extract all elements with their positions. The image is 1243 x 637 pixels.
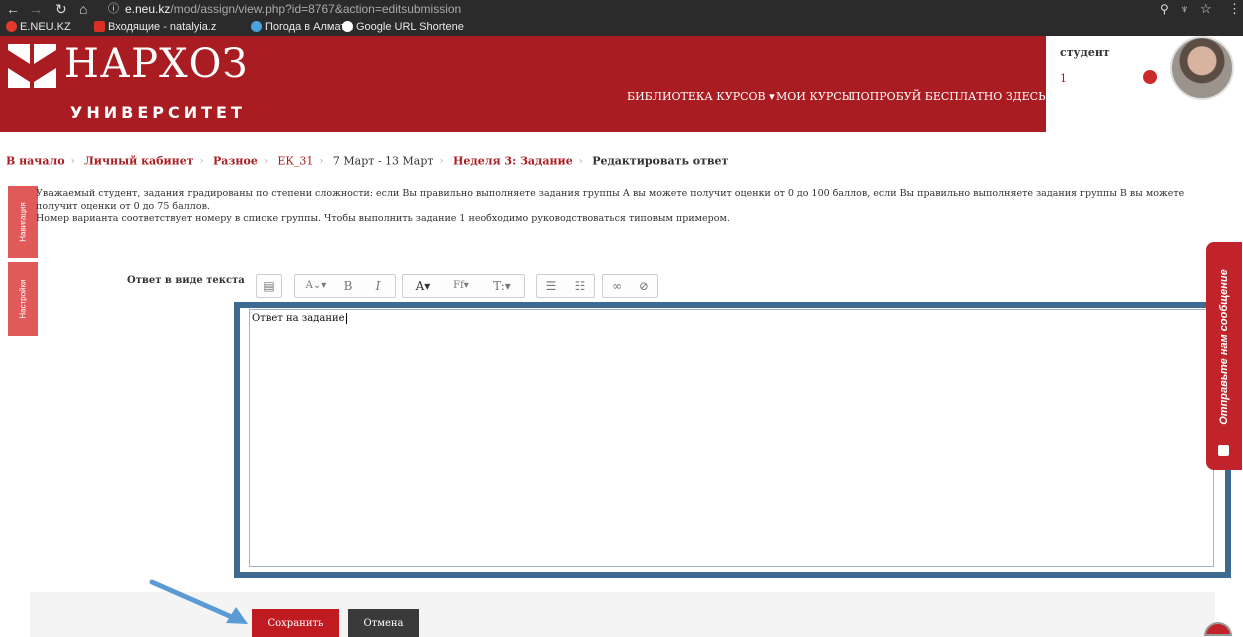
intro-line-1: Уважаемый студент, задания градированы п…: [36, 188, 1185, 212]
info-icon[interactable]: ⓘ: [108, 0, 119, 18]
style-icon[interactable]: A⌄▾: [298, 277, 334, 295]
reload-icon[interactable]: ↻: [55, 0, 67, 18]
crumb-course[interactable]: ЕК_31: [277, 155, 313, 168]
crumb-home[interactable]: В начало: [6, 155, 65, 168]
font-family-icon[interactable]: Ff▾: [445, 277, 477, 295]
intro-line-2: Номер варианта соответствует номеру в сп…: [36, 213, 730, 224]
url-path: /mod/assign/view.php?id=8767&action=edit…: [170, 2, 462, 16]
crumb-current: Редактировать ответ: [592, 154, 729, 168]
eneu-icon: [6, 21, 17, 32]
font-size-icon[interactable]: T:▾: [485, 277, 519, 295]
bullet-list-icon[interactable]: ☰: [542, 277, 560, 295]
size-glyph: T:: [493, 279, 505, 293]
crumb-week[interactable]: Неделя 3: Задание: [453, 155, 573, 168]
crumb-dates: 7 Март - 13 Март: [332, 154, 434, 168]
italic-icon[interactable]: I: [369, 277, 387, 295]
style-glyph: A: [305, 280, 313, 291]
menu-my-courses[interactable]: МОИ КУРСЫ: [776, 90, 852, 103]
crumb-cabinet[interactable]: Личный кабинет: [84, 155, 193, 168]
assignment-intro: Уважаемый студент, задания градированы п…: [36, 188, 1226, 226]
chevron-right-icon: ›: [263, 155, 268, 167]
user-role: студент: [1060, 46, 1110, 59]
bookmarks-bar: E.NEU.KZ Входящие - natalyia.z Погода в …: [0, 18, 1243, 36]
bookmark-eneu[interactable]: E.NEU.KZ: [6, 18, 71, 36]
url-host: e.neu.kz: [125, 2, 171, 16]
toolbar-toggle-icon[interactable]: ▤: [260, 277, 278, 295]
back-icon[interactable]: ←: [6, 0, 20, 18]
bookmark-label: Google URL Shortene: [356, 21, 464, 33]
bookmark-inbox[interactable]: Входящие - natalyia.z: [94, 18, 216, 36]
crumb-misc[interactable]: Разное: [213, 155, 258, 168]
chevron-right-icon: ›: [439, 155, 444, 167]
bold-icon[interactable]: B: [339, 277, 357, 295]
sidetab-label: Навигация: [18, 202, 28, 242]
font-glyph: Ff: [453, 280, 464, 291]
font-color-icon[interactable]: A▾: [407, 277, 439, 295]
user-number: 1: [1060, 72, 1067, 85]
pin-icon[interactable]: ♆: [1180, 0, 1189, 18]
browser-navbar: ← → ↻ ⌂ ⓘ e.neu.kz/mod/assign/view.php?i…: [0, 0, 1243, 18]
google-icon: [342, 21, 353, 32]
browser-chrome: ← → ↻ ⌂ ⓘ e.neu.kz/mod/assign/view.php?i…: [0, 0, 1243, 36]
breadcrumb: В начало › Личный кабинет › Разное › ЕК_31 ›…: [6, 154, 728, 168]
save-button[interactable]: Сохранить: [252, 609, 339, 637]
address-bar[interactable]: e.neu.kz/mod/assign/view.php?id=8767&act…: [125, 2, 461, 16]
mail-icon: [94, 21, 105, 32]
chevron-right-icon: ›: [70, 155, 75, 167]
bookmark-label: E.NEU.KZ: [20, 21, 71, 33]
chevron-right-icon: ›: [319, 155, 324, 167]
logo-subtitle: УНИВЕРСИТЕТ: [70, 103, 246, 122]
cancel-button[interactable]: Отмена: [348, 609, 419, 637]
chevron-down-icon[interactable]: [1143, 70, 1157, 84]
logo-mark-icon: [8, 44, 56, 88]
link-icon[interactable]: ∞: [608, 277, 626, 295]
star-icon[interactable]: ☆: [1200, 0, 1212, 18]
weather-icon: [251, 21, 262, 32]
toolbar-group-lists: ☰ ☷: [536, 274, 595, 298]
answer-label: Ответ в виде текста: [127, 275, 245, 286]
more-icon[interactable]: ⋮: [1228, 0, 1241, 18]
bookmark-shortener[interactable]: Google URL Shortene: [342, 18, 464, 36]
arrow-annotation-icon: [149, 579, 248, 624]
numbered-list-icon[interactable]: ☷: [571, 277, 589, 295]
logo-title[interactable]: НАРХОЗ: [64, 42, 248, 86]
forward-icon[interactable]: →: [29, 0, 43, 18]
sidetab-label: Настройки: [18, 279, 28, 319]
bookmark-label: Погода в Алматы: [265, 21, 354, 33]
feedback-label: Отправьте нам сообщение: [1218, 269, 1230, 425]
zoom-icon[interactable]: ⚲: [1160, 0, 1169, 18]
chevron-right-icon: ›: [578, 155, 583, 167]
bookmark-weather[interactable]: Погода в Алматы: [251, 18, 353, 36]
feedback-tab[interactable]: Отправьте нам сообщение: [1206, 242, 1242, 470]
highlight-frame: [234, 302, 1231, 578]
sidetab-navigation[interactable]: Навигация: [8, 186, 38, 258]
unlink-icon[interactable]: ⊘: [635, 277, 653, 295]
toolbar-group-text: A⌄▾ B I: [294, 274, 396, 298]
avatar[interactable]: [1170, 36, 1234, 100]
menu-course-library[interactable]: БИБЛИОТЕКА КУРСОВ ▾: [627, 90, 775, 103]
toolbar-group-links: ∞ ⊘: [602, 274, 658, 298]
mail-icon: [1218, 445, 1229, 456]
user-card: студент 1: [1046, 36, 1243, 132]
sidetab-settings[interactable]: Настройки: [8, 262, 38, 336]
toolbar-group-toggle: ▤: [256, 274, 282, 298]
chevron-right-icon: ›: [199, 155, 204, 167]
menu-try-free[interactable]: ПОПРОБУЙ БЕСПЛАТНО ЗДЕСЬ!: [851, 90, 1050, 103]
toolbar-group-font: A▾ Ff▾ T:▾: [402, 274, 525, 298]
bookmark-label: Входящие - natalyia.z: [108, 21, 217, 33]
home-icon[interactable]: ⌂: [79, 0, 87, 18]
